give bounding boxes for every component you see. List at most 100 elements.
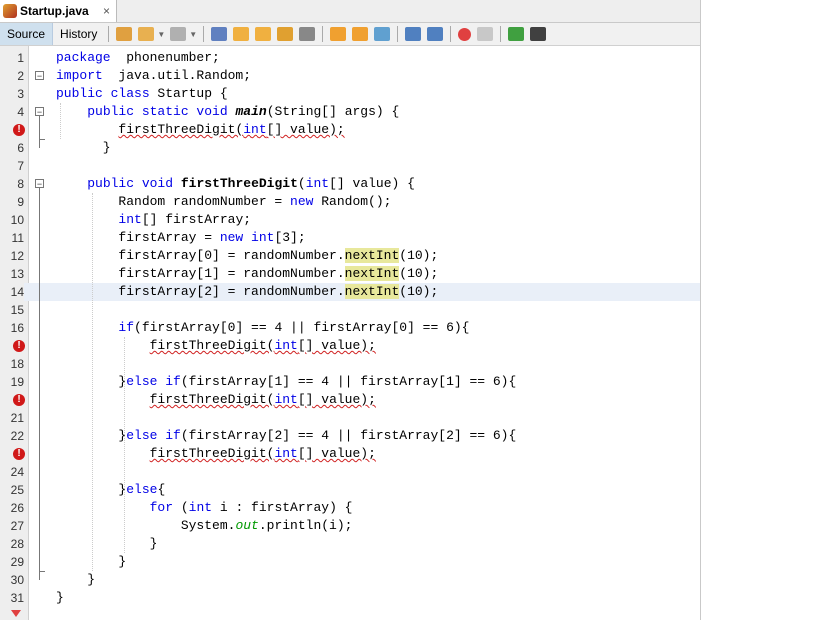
line-number: 8 <box>17 177 24 191</box>
error-stripe-marker-icon[interactable] <box>11 610 21 617</box>
error-icon[interactable]: ! <box>13 394 25 406</box>
find-icon[interactable] <box>211 27 228 41</box>
toggle-bookmark-icon[interactable] <box>374 27 391 41</box>
find-next-icon[interactable] <box>255 27 272 41</box>
toggle-highlight-icon[interactable] <box>277 27 294 41</box>
code-line[interactable]: 3 public class Startup { <box>0 85 700 103</box>
code-line[interactable]: 11 firstArray = new int[3]; <box>0 229 700 247</box>
code-line[interactable]: 9 Random randomNumber = new Random(); <box>0 193 700 211</box>
keyword-token: if <box>118 320 135 335</box>
code-text: firstArray[1] = randomNumber.nextInt(10)… <box>56 265 438 283</box>
shift-left-icon[interactable] <box>405 27 422 41</box>
find-previous-icon[interactable] <box>233 27 250 41</box>
code-text: firstThreeDigit(int[] value); <box>56 445 376 463</box>
code-line[interactable]: ! firstThreeDigit(int[] value); <box>0 391 700 409</box>
code-line[interactable]: 14 firstArray[2] = randomNumber.nextInt(… <box>0 283 700 301</box>
code-text: int[] firstArray; <box>56 211 251 229</box>
code-line[interactable]: 8 − public void firstThreeDigit(int[] val… <box>0 175 700 193</box>
code-line[interactable]: ! firstThreeDigit(int[] value); <box>0 337 700 355</box>
code-line[interactable]: 13 firstArray[1] = randomNumber.nextInt(… <box>0 265 700 283</box>
indent-guide <box>92 193 93 571</box>
shift-right-icon[interactable] <box>427 27 444 41</box>
code-line[interactable]: 7 <box>0 157 700 175</box>
code-text: package phonenumber; <box>56 49 220 67</box>
code-line[interactable]: 27 System.out.println(i); <box>0 517 700 535</box>
start-macro-icon[interactable] <box>458 27 472 41</box>
code-token: nextInt <box>344 266 400 281</box>
code-line[interactable]: 4 − public static void main(String[] args… <box>0 103 700 121</box>
keyword-token: public class <box>56 86 150 101</box>
line-number: 28 <box>10 537 24 551</box>
forward-icon[interactable] <box>170 27 187 41</box>
code-line[interactable]: 25 }else{ <box>0 481 700 499</box>
code-line[interactable]: ! firstThreeDigit(int[] value); <box>0 445 700 463</box>
keyword-token: new <box>219 230 244 245</box>
code-line[interactable]: 10 int[] firstArray; <box>0 211 700 229</box>
code-line[interactable]: 26 for (int i : firstArray) { <box>0 499 700 517</box>
code-token: } <box>56 572 96 587</box>
code-line[interactable]: 15 <box>0 301 700 319</box>
code-line[interactable]: ! firstThreeDigit(int[] value); <box>0 121 700 139</box>
code-line[interactable]: 19 }else if(firstArray[1] == 4 || firstA… <box>0 373 700 391</box>
toggle-rect-selection-icon[interactable] <box>299 27 316 41</box>
toolbar-separator <box>397 26 399 42</box>
code-token: phonenumber; <box>110 50 220 65</box>
line-number: 25 <box>10 483 24 497</box>
previous-bookmark-icon[interactable] <box>330 27 347 41</box>
code-text: import java.util.Random; <box>56 67 251 85</box>
code-text: public class Startup { <box>56 85 228 103</box>
comment-icon[interactable] <box>508 27 525 41</box>
toolbar-separator <box>203 26 205 42</box>
history-tab[interactable]: History <box>53 23 104 45</box>
code-line[interactable]: 24 <box>0 463 700 481</box>
code-line[interactable]: 1 package phonenumber; <box>0 49 700 67</box>
code-text: public void firstThreeDigit(int[] value)… <box>56 175 415 193</box>
last-edit-icon[interactable] <box>116 27 133 41</box>
code-token: { <box>157 482 166 497</box>
code-line[interactable]: 22 }else if(firstArray[2] == 4 || firstA… <box>0 427 700 445</box>
error-token: [] value); <box>297 338 376 353</box>
dropdown-arrow-icon[interactable]: ▼ <box>189 30 197 39</box>
code-area[interactable]: 1 package phonenumber; 2 − import java.util.… <box>0 49 700 607</box>
code-line[interactable]: 29 } <box>0 553 700 571</box>
line-number: 1 <box>17 51 24 65</box>
error-icon[interactable]: ! <box>13 448 25 460</box>
error-icon[interactable]: ! <box>13 340 25 352</box>
code-line[interactable]: 16 if(firstArray[0] == 4 || firstArray[0… <box>0 319 700 337</box>
error-token: int <box>274 392 298 407</box>
code-token: java.util.Random; <box>102 68 252 83</box>
code-text: System.out.println(i); <box>56 517 353 535</box>
line-number: 10 <box>10 213 24 227</box>
code-line[interactable]: 28 } <box>0 535 700 553</box>
fold-collapse-icon[interactable]: − <box>35 71 44 81</box>
stop-macro-icon[interactable] <box>477 27 494 41</box>
close-tab-icon[interactable]: × <box>103 4 110 18</box>
code-token: } <box>56 140 111 155</box>
line-number: 3 <box>17 87 24 101</box>
line-number: 16 <box>10 321 24 335</box>
code-line[interactable]: 6 } <box>0 139 700 157</box>
code-text: }else if(firstArray[1] == 4 || firstArra… <box>56 373 516 391</box>
fold-collapse-icon[interactable]: − <box>35 179 44 189</box>
code-line[interactable]: 21 <box>0 409 700 427</box>
fold-collapse-icon[interactable]: − <box>35 107 44 117</box>
source-tab[interactable]: Source <box>0 23 54 45</box>
code-text: } <box>56 139 111 157</box>
code-token: i : firstArray) { <box>212 500 353 515</box>
code-line[interactable]: 12 firstArray[0] = randomNumber.nextInt(… <box>0 247 700 265</box>
uncomment-icon[interactable] <box>530 27 547 41</box>
toolbar-separator <box>108 26 110 42</box>
line-number: 6 <box>17 141 24 155</box>
file-tab-startup-java[interactable]: Startup.java × <box>0 0 117 22</box>
code-line[interactable]: 2 − import java.util.Random; <box>0 67 700 85</box>
error-icon[interactable]: ! <box>13 124 25 136</box>
code-line[interactable]: 30 } <box>0 571 700 589</box>
error-token: firstThreeDigit( <box>149 392 275 407</box>
back-icon[interactable] <box>138 27 155 41</box>
code-line[interactable]: 31} <box>0 589 700 607</box>
code-line[interactable]: 18 <box>0 355 700 373</box>
next-bookmark-icon[interactable] <box>352 27 369 41</box>
error-token: [] value); <box>266 122 345 137</box>
dropdown-arrow-icon[interactable]: ▼ <box>157 30 165 39</box>
